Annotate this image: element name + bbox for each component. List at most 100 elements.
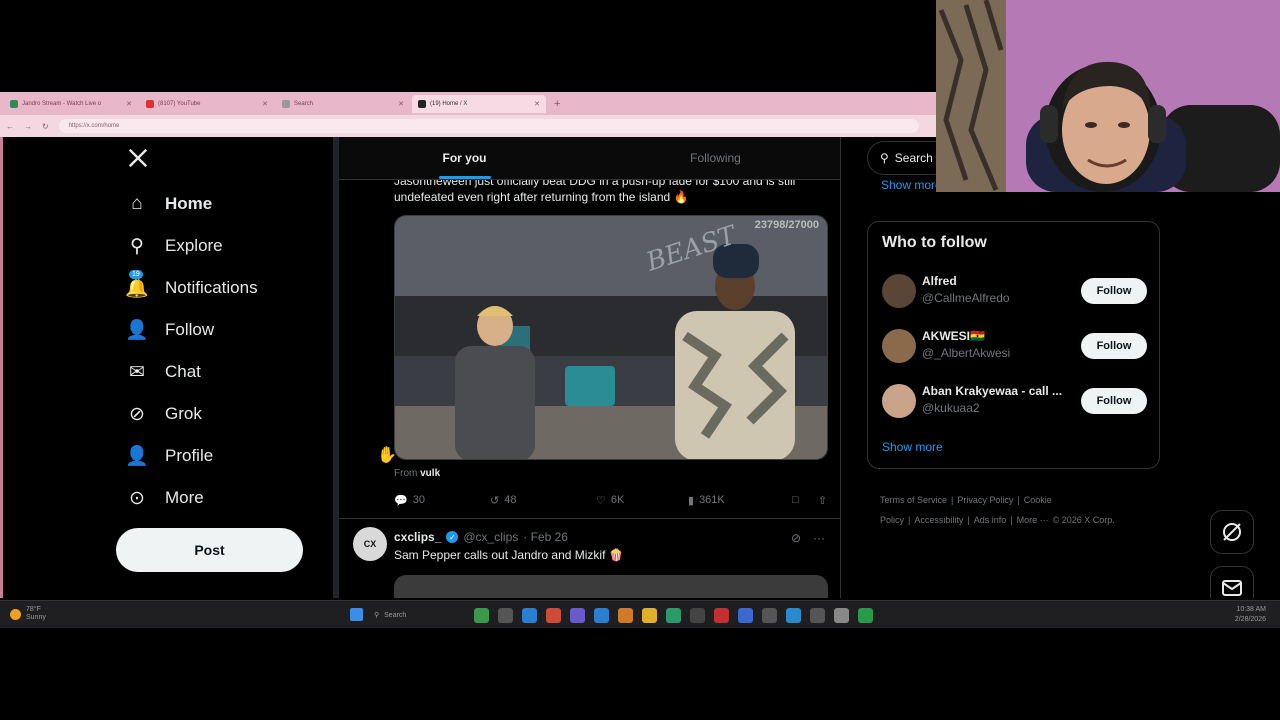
show-more-link[interactable]: Show more xyxy=(881,178,942,192)
nav-item-home[interactable]: ⌂ Home xyxy=(125,188,212,220)
search-icon: ⚲ xyxy=(880,151,889,165)
taskbar-app-icon[interactable] xyxy=(690,608,705,623)
grok-icon[interactable]: ⊘ xyxy=(791,531,801,545)
x-app: ⌂ Home ⚲ Explore 🔔 19 Notifications 👤 Follow ✉ Cha… xyxy=(0,137,1280,598)
avatar[interactable] xyxy=(882,384,916,418)
author-name[interactable]: cxclips_ xyxy=(394,530,441,544)
footer-separator: | xyxy=(967,515,970,525)
taskbar-app-icon[interactable] xyxy=(522,608,537,623)
browser-tab[interactable]: (8107) YouTube ✕ xyxy=(140,95,274,113)
views-icon: ▮ xyxy=(688,494,695,507)
taskbar-app-icon[interactable] xyxy=(594,608,609,623)
x-logo-icon[interactable] xyxy=(127,147,149,176)
bookmark-button[interactable]: □ xyxy=(792,494,818,506)
repost-button[interactable]: ↺ 48 xyxy=(490,494,596,507)
share-button[interactable]: ⇧ xyxy=(818,494,827,507)
taskbar-app-icon[interactable] xyxy=(618,608,633,623)
taskbar-app-icon[interactable] xyxy=(762,608,777,623)
browser-tab[interactable]: Jandro Stream - Watch Live o ✕ xyxy=(4,95,138,113)
new-tab-icon[interactable]: + xyxy=(554,98,560,110)
taskbar-app-icon[interactable] xyxy=(546,608,561,623)
footer-separator: | xyxy=(1010,515,1013,525)
close-icon[interactable]: ✕ xyxy=(534,100,540,108)
close-icon[interactable]: ✕ xyxy=(262,100,268,108)
follow-suggestion[interactable]: Aban Krakyewaa - call ... @kukuaa2 Follow xyxy=(882,382,1152,422)
close-icon[interactable]: ✕ xyxy=(126,100,132,108)
taskbar-app-icon[interactable] xyxy=(738,608,753,623)
taskbar-search[interactable]: ⚲ Search xyxy=(374,608,464,622)
show-more-link[interactable]: Show more xyxy=(882,440,943,454)
taskbar-app-icon[interactable] xyxy=(714,608,729,623)
browser-tab[interactable]: Search ✕ xyxy=(276,95,410,113)
repost-count: 48 xyxy=(504,494,517,506)
nav-item-grok[interactable]: ⊘ Grok xyxy=(125,398,202,430)
suggestion-name: AKWESI🇬🇭 xyxy=(922,329,985,343)
browser-tab[interactable]: (19) Home / X ✕ xyxy=(412,94,546,113)
url-text: https://x.com/home xyxy=(68,123,120,129)
taskbar-app-icon[interactable] xyxy=(834,608,849,623)
forward-icon[interactable]: → xyxy=(24,122,32,131)
nav-item-more[interactable]: ⊙ More xyxy=(125,482,204,514)
follow-button[interactable]: Follow xyxy=(1081,388,1147,414)
like-count: 6K xyxy=(610,494,625,506)
nav-item-follow[interactable]: 👤 Follow xyxy=(125,314,214,346)
post-video[interactable]: BEAST 23798/27000 xyxy=(394,215,828,460)
weather-widget[interactable]: 78°F Sunny xyxy=(10,606,46,622)
more-circle-icon: ⊙ xyxy=(129,487,145,509)
tab-for-you[interactable]: For you xyxy=(339,137,590,179)
close-icon[interactable]: ✕ xyxy=(398,100,404,108)
avatar[interactable]: CX xyxy=(353,527,387,561)
nav-item-chat[interactable]: ✉ Chat xyxy=(125,356,201,388)
follow-button[interactable]: Follow xyxy=(1081,333,1147,359)
nav-label: Home xyxy=(165,194,213,213)
follow-suggestion[interactable]: Alfred @CallmeAlfredo Follow xyxy=(882,272,1152,312)
tab-title: (19) Home / X xyxy=(430,100,468,107)
avatar[interactable] xyxy=(882,329,916,363)
taskbar-app-icon[interactable] xyxy=(474,608,489,623)
footer-link[interactable]: Terms of Service xyxy=(880,495,947,505)
reply-button[interactable]: 💬 30 xyxy=(394,494,490,507)
url-input[interactable]: https://x.com/home xyxy=(58,119,919,133)
grok-fab[interactable] xyxy=(1210,510,1254,554)
suggestion-handle: @kukuaa2 xyxy=(922,401,980,415)
more-icon[interactable]: ··· xyxy=(813,531,825,545)
avatar[interactable] xyxy=(882,274,916,308)
views-button[interactable]: ▮ 361K xyxy=(688,494,792,507)
nav-item-explore[interactable]: ⚲ Explore xyxy=(125,230,223,262)
clock[interactable]: 10:38 AM 2/28/2026 xyxy=(1235,605,1266,625)
author-handle[interactable]: @cx_clips xyxy=(463,530,518,544)
follow-suggestion[interactable]: AKWESI🇬🇭 @_AlbertAkwesi Follow xyxy=(882,327,1152,367)
post-date[interactable]: · Feb 26 xyxy=(523,530,568,544)
post-video[interactable] xyxy=(394,575,828,598)
like-button[interactable]: ♡ 6K xyxy=(596,494,688,507)
taskbar-app-icon[interactable] xyxy=(666,608,681,623)
taskbar: 78°F Sunny ⚲ Search 10:38 AM 2/28/2026 xyxy=(0,600,1280,628)
taskbar-app-icon[interactable] xyxy=(786,608,801,623)
start-icon[interactable] xyxy=(350,608,363,621)
footer-link[interactable]: Privacy Policy xyxy=(957,495,1013,505)
post-button[interactable]: Post xyxy=(116,528,303,572)
nav-label: Notifications xyxy=(165,278,258,297)
nav-item-profile[interactable]: 👤 Profile xyxy=(125,440,213,472)
favicon-icon xyxy=(146,99,154,108)
taskbar-app-icon[interactable] xyxy=(810,608,825,623)
tab-title: Search xyxy=(294,100,314,107)
tab-title: (8107) YouTube xyxy=(158,100,201,107)
nav-label: Grok xyxy=(165,404,202,423)
reload-icon[interactable]: ↻ xyxy=(42,122,49,131)
footer-link[interactable]: More ··· xyxy=(1017,515,1049,525)
taskbar-app-icon[interactable] xyxy=(642,608,657,623)
follow-button[interactable]: Follow xyxy=(1081,278,1147,304)
taskbar-app-icon[interactable] xyxy=(570,608,585,623)
tab-following[interactable]: Following xyxy=(590,137,840,179)
messages-fab[interactable] xyxy=(1210,566,1254,598)
back-icon[interactable]: ← xyxy=(6,122,14,131)
taskbar-app-icon[interactable] xyxy=(858,608,873,623)
footer-link[interactable]: © 2026 X Corp. xyxy=(1053,515,1115,525)
taskbar-app-icon[interactable] xyxy=(498,608,513,623)
footer-link[interactable]: Ads info xyxy=(974,515,1007,525)
nav-item-notifications[interactable]: 🔔 19 Notifications xyxy=(125,270,258,304)
clock-date: 2/28/2026 xyxy=(1234,616,1266,623)
footer-link[interactable]: Accessibility xyxy=(914,515,963,525)
from-name[interactable]: vulk xyxy=(420,468,440,479)
